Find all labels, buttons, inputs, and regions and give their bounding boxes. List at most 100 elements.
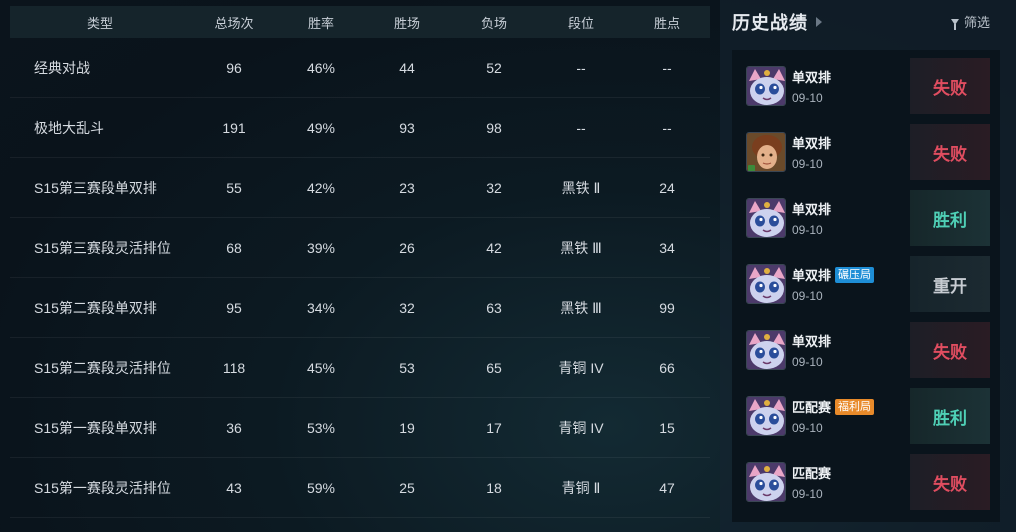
cell-winrate: 34% bbox=[306, 299, 336, 316]
match-item[interactable]: 单双排 09-10 失败 bbox=[732, 124, 1000, 190]
match-mode: 单双排 bbox=[792, 331, 831, 350]
cell-rank: -- bbox=[576, 59, 586, 76]
cell-winrate: 39% bbox=[306, 239, 336, 256]
cell-total: 96 bbox=[226, 59, 242, 76]
match-mode: 匹配赛 福利局 bbox=[792, 397, 875, 416]
header-total: 总场次 bbox=[214, 15, 254, 31]
header-losses: 负场 bbox=[480, 15, 507, 31]
cell-lp: 99 bbox=[659, 299, 675, 316]
history-header[interactable]: 历史战绩 bbox=[732, 10, 822, 34]
match-mode-label: 单双排 bbox=[792, 136, 832, 151]
cell-winrate: 59% bbox=[306, 479, 336, 496]
match-mode: 单双排 碾压局 bbox=[792, 265, 875, 284]
table-row: S15第二赛段单双排 95 34% 32 63 黑铁 Ⅲ 99 bbox=[10, 278, 710, 338]
filter-button[interactable]: 筛选 bbox=[950, 12, 990, 31]
cell-lp: 24 bbox=[659, 179, 675, 196]
cell-type: S15第三赛段单双排 bbox=[34, 179, 157, 196]
match-result: 失败 bbox=[910, 58, 990, 114]
header-lp: 胜点 bbox=[653, 15, 680, 31]
cell-losses: 52 bbox=[486, 59, 502, 76]
chevron-right-icon bbox=[816, 17, 822, 27]
cell-rank: 青铜 IV bbox=[558, 359, 604, 376]
cell-lp: 34 bbox=[659, 239, 675, 256]
cell-wins: 32 bbox=[399, 299, 415, 316]
cell-lp: 15 bbox=[659, 419, 675, 436]
table-row: S15第二赛段灵活排位 118 45% 53 65 青铜 IV 66 bbox=[10, 338, 710, 398]
cell-losses: 98 bbox=[486, 119, 502, 136]
match-item[interactable]: 单双排 碾压局 09-10 重开 bbox=[732, 256, 1000, 322]
header-wins: 胜场 bbox=[393, 15, 420, 31]
match-item[interactable]: 单双排 09-10 失败 bbox=[732, 58, 1000, 124]
match-date: 09-10 bbox=[792, 157, 823, 171]
yuumi-cat-icon bbox=[746, 264, 786, 304]
match-mode-label: 匹配赛 bbox=[792, 466, 832, 481]
cell-winrate: 42% bbox=[306, 179, 336, 196]
cell-wins: 25 bbox=[399, 479, 415, 496]
cell-winrate: 49% bbox=[306, 119, 336, 136]
filter-label: 筛选 bbox=[963, 15, 990, 30]
cell-losses: 65 bbox=[486, 359, 502, 376]
cell-winrate: 46% bbox=[306, 59, 336, 76]
cell-winrate: 53% bbox=[306, 419, 336, 436]
yuumi-cat-icon bbox=[746, 198, 786, 238]
match-date: 09-10 bbox=[792, 421, 823, 435]
cell-lp: 47 bbox=[659, 479, 675, 496]
cell-type: S15第三赛段灵活排位 bbox=[34, 239, 171, 256]
match-mode: 单双排 bbox=[792, 67, 831, 86]
cell-rank: 黑铁 Ⅱ bbox=[561, 179, 601, 196]
cell-losses: 18 bbox=[486, 479, 502, 496]
match-mode-label: 单双排 bbox=[792, 202, 832, 217]
header-rank: 段位 bbox=[567, 15, 594, 31]
cell-total: 43 bbox=[226, 479, 242, 496]
yuumi-cat-icon bbox=[746, 66, 786, 106]
match-mode-label: 匹配赛 bbox=[792, 400, 832, 415]
match-list: 单双排 09-10 失败 单双排 09-10 失败 单双排 09-10 胜利 单双排 碾压局 09-1… bbox=[732, 50, 1000, 522]
header-winrate: 胜率 bbox=[307, 15, 334, 31]
match-result: 重开 bbox=[910, 256, 990, 312]
cell-lp: -- bbox=[662, 119, 672, 136]
match-result: 胜利 bbox=[910, 388, 990, 444]
cell-lp: 66 bbox=[659, 359, 675, 376]
match-mode-label: 单双排 bbox=[792, 70, 832, 85]
cell-type: 经典对战 bbox=[34, 59, 90, 76]
table-header: 类型 总场次 胜率 胜场 负场 段位 胜点 bbox=[10, 6, 710, 38]
cell-rank: 黑铁 Ⅲ bbox=[560, 299, 602, 316]
yuumi-cat-icon bbox=[746, 330, 786, 370]
table-row: 经典对战 96 46% 44 52 -- -- bbox=[10, 38, 710, 98]
cell-wins: 26 bbox=[399, 239, 415, 256]
cell-total: 55 bbox=[226, 179, 242, 196]
match-item[interactable]: 匹配赛 福利局 09-10 胜利 bbox=[732, 388, 1000, 454]
cell-lp: -- bbox=[662, 59, 672, 76]
cell-wins: 93 bbox=[399, 119, 415, 136]
cell-losses: 17 bbox=[486, 419, 502, 436]
history-title: 历史战绩 bbox=[732, 13, 808, 33]
match-result: 失败 bbox=[910, 454, 990, 510]
cell-type: S15第一赛段单双排 bbox=[34, 419, 157, 436]
cell-total: 68 bbox=[226, 239, 242, 256]
cell-losses: 63 bbox=[486, 299, 502, 316]
header-type: 类型 bbox=[86, 15, 113, 31]
match-mode: 单双排 bbox=[792, 199, 831, 218]
cell-total: 191 bbox=[222, 119, 246, 136]
cell-rank: 青铜 IV bbox=[558, 419, 604, 436]
match-item[interactable]: 单双排 09-10 胜利 bbox=[732, 190, 1000, 256]
table-row: S15第三赛段单双排 55 42% 23 32 黑铁 Ⅱ 24 bbox=[10, 158, 710, 218]
match-result: 失败 bbox=[910, 322, 990, 378]
cell-type: S15第二赛段单双排 bbox=[34, 299, 157, 316]
cell-wins: 23 bbox=[399, 179, 415, 196]
cell-type: S15第二赛段灵活排位 bbox=[34, 359, 171, 376]
match-mode-label: 单双排 bbox=[792, 268, 832, 283]
cell-wins: 44 bbox=[399, 59, 415, 76]
match-item[interactable]: 单双排 09-10 失败 bbox=[732, 322, 1000, 388]
match-result: 失败 bbox=[910, 124, 990, 180]
table-body: 经典对战 96 46% 44 52 -- -- 极地大乱斗 191 49% 93 98 -- -- S15第… bbox=[10, 38, 710, 518]
match-tag-badge: 碾压局 bbox=[835, 266, 875, 283]
table-row: S15第一赛段单双排 36 53% 19 17 青铜 IV 15 bbox=[10, 398, 710, 458]
match-result: 胜利 bbox=[910, 190, 990, 246]
cell-winrate: 45% bbox=[306, 359, 336, 376]
cell-type: S15第一赛段灵活排位 bbox=[34, 479, 171, 496]
table-row: S15第一赛段灵活排位 43 59% 25 18 青铜 Ⅱ 47 bbox=[10, 458, 710, 518]
match-mode: 单双排 bbox=[792, 133, 831, 152]
cell-rank: 黑铁 Ⅲ bbox=[560, 239, 602, 256]
match-item[interactable]: 匹配赛 09-10 失败 bbox=[732, 454, 1000, 520]
